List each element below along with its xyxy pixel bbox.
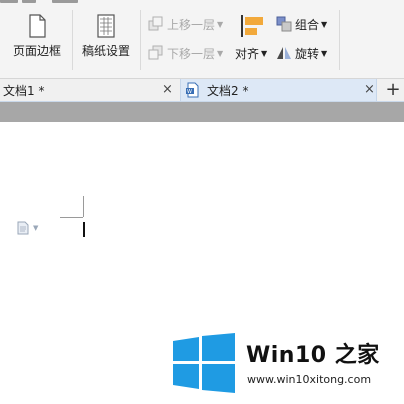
bring-forward-button[interactable]: 上移一层 ▼ (148, 14, 223, 34)
watermark-url: www.win10xitong.com (247, 373, 372, 386)
ruler-area (0, 102, 404, 122)
chevron-down-icon: ▼ (33, 224, 39, 232)
align-icon-button[interactable] (241, 14, 265, 38)
chevron-down-icon: ▼ (217, 48, 224, 58)
ribbon-top-cut (0, 0, 404, 5)
page-border-button[interactable]: 页面边框 (1, 14, 73, 64)
bring-forward-icon (148, 16, 163, 31)
ribbon-separator (339, 10, 340, 70)
rotate-label: 旋转 (295, 46, 320, 61)
ribbon-toolbar: 页面边框 稿纸设置 上移一层 ▼ 下移一层 ▼ 对齐 ▼ 组合 ▼ 旋转 ▼ (0, 0, 404, 79)
group-icon (276, 16, 292, 32)
rotate-icon (277, 47, 291, 59)
align-left-icon (241, 15, 263, 37)
page-border-icon (29, 14, 46, 38)
windows-logo-icon (173, 333, 235, 393)
ribbon-separator (140, 10, 141, 70)
paper-settings-button[interactable]: 稿纸设置 (70, 14, 142, 64)
tab-document-2[interactable]: W 文档2 * × (180, 79, 377, 101)
bring-forward-label: 上移一层 (167, 17, 216, 32)
close-icon[interactable]: × (364, 82, 375, 97)
align-label: 对齐 (235, 46, 260, 61)
paper-settings-label: 稿纸设置 (81, 44, 130, 58)
tab-label: 文档1 * (3, 83, 45, 98)
tab-label: 文档2 * (207, 83, 249, 98)
svg-text:W: W (187, 89, 192, 95)
close-icon[interactable]: × (162, 82, 173, 97)
margin-corner-mark (83, 196, 84, 217)
watermark-title: Win10 之家 (246, 343, 380, 368)
send-backward-button[interactable]: 下移一层 ▼ (148, 43, 223, 63)
text-cursor (83, 222, 85, 237)
chevron-down-icon: ▼ (321, 19, 328, 29)
page-border-label: 页面边框 (12, 44, 61, 58)
chevron-down-icon: ▼ (261, 48, 268, 58)
tab-document-1[interactable]: 文档1 * × (3, 79, 179, 101)
group-button[interactable]: 组合 ▼ (276, 14, 327, 34)
group-label: 组合 (295, 17, 320, 32)
document-icon: W (186, 82, 199, 98)
align-button[interactable]: 对齐 ▼ (235, 43, 267, 63)
rotate-button[interactable]: 旋转 ▼ (276, 43, 327, 63)
chevron-down-icon: ▼ (217, 19, 224, 29)
paragraph-layout-icon (17, 221, 29, 235)
send-backward-label: 下移一层 (167, 46, 216, 61)
chevron-down-icon: ▼ (321, 48, 328, 58)
paper-grid-icon (97, 14, 115, 38)
margin-corner-mark (60, 217, 83, 218)
wps-writer-window: 页面边框 稿纸设置 上移一层 ▼ 下移一层 ▼ 对齐 ▼ 组合 ▼ 旋转 ▼ 文… (0, 0, 404, 404)
send-backward-icon (148, 45, 163, 60)
document-tab-bar: 文档1 * × W 文档2 * × (0, 79, 404, 102)
paragraph-options-button[interactable]: ▼ (16, 221, 38, 235)
new-tab-button[interactable]: + (384, 79, 402, 101)
